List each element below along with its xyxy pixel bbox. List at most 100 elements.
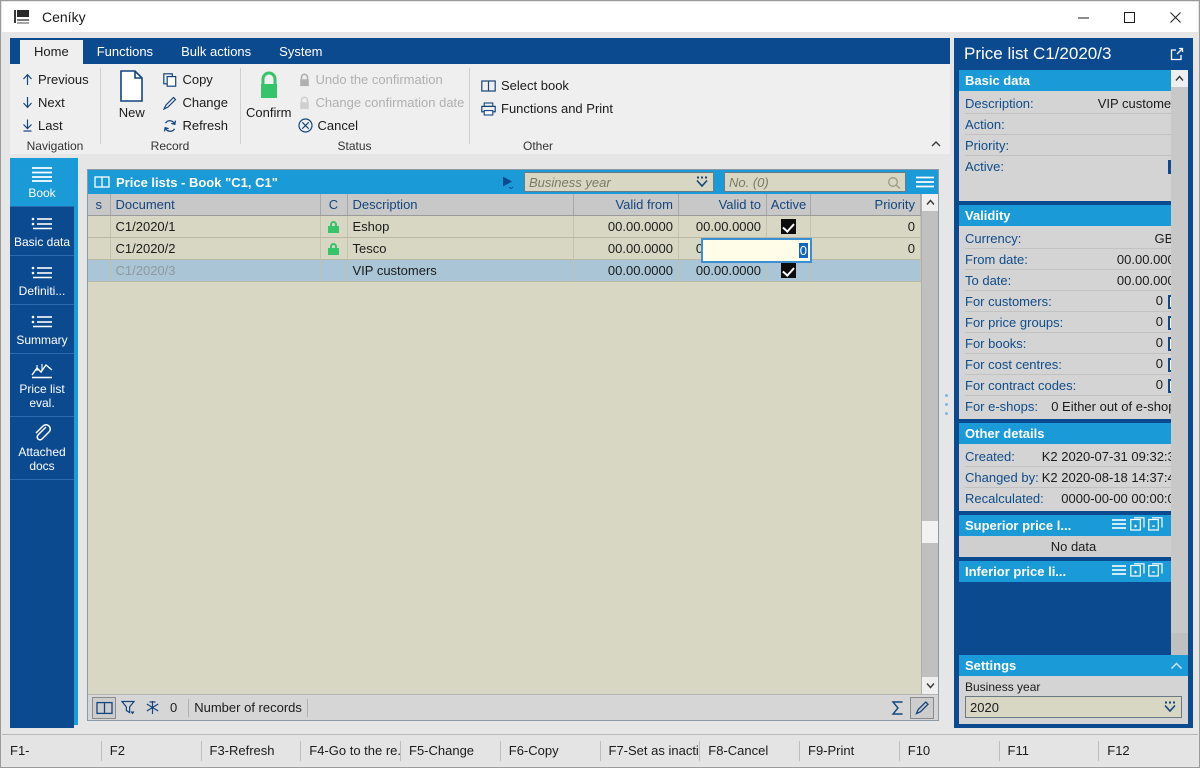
chevron-up-icon[interactable] bbox=[1166, 661, 1186, 670]
field-description[interactable]: Description: VIP customers bbox=[965, 93, 1182, 114]
minimize-icon[interactable] bbox=[1060, 2, 1106, 32]
field-currency[interactable]: Currency: GBP bbox=[965, 228, 1182, 249]
priority-edit-input[interactable]: 0 bbox=[701, 238, 812, 263]
table-row[interactable]: C1/2020/1 Eshop 00.00.0000 00.00.0000 0 bbox=[88, 215, 921, 238]
grid-vertical-scrollbar[interactable] bbox=[921, 194, 938, 694]
fkey-f1[interactable]: F1- bbox=[2, 740, 102, 761]
fkey-f9[interactable]: F9-Print bbox=[800, 740, 900, 761]
functions-and-print-button[interactable]: Functions and Print bbox=[475, 97, 619, 120]
fkey-f12[interactable]: F12 bbox=[1099, 741, 1198, 761]
panel-splitter[interactable] bbox=[942, 169, 952, 728]
fkey-f11[interactable]: F11 bbox=[1000, 740, 1100, 761]
column-header-valid-from[interactable]: Valid from bbox=[573, 194, 679, 216]
section-validity-header[interactable]: Validity bbox=[959, 205, 1188, 226]
new-button[interactable]: New bbox=[106, 68, 157, 120]
column-header-c[interactable]: C bbox=[320, 194, 348, 216]
hamburger-icon[interactable] bbox=[912, 175, 938, 189]
fkey-f8[interactable]: F8-Cancel bbox=[700, 740, 800, 761]
refresh-button[interactable]: Refresh bbox=[157, 114, 234, 137]
fkey-f4[interactable]: F4-Go to the re... bbox=[301, 740, 401, 761]
field-for-price-groups[interactable]: For price groups: 0 bbox=[965, 312, 1182, 333]
fkey-f7[interactable]: F7-Set as inacti... bbox=[601, 740, 701, 761]
sidebar-item-attached-docs[interactable]: Attached docs bbox=[10, 417, 74, 480]
field-action[interactable]: Action: bbox=[965, 114, 1182, 135]
field-for-books[interactable]: For books: 0 bbox=[965, 333, 1182, 354]
tab-home[interactable]: Home bbox=[20, 40, 83, 64]
section-superior-price-lists-header[interactable]: Superior price l... bbox=[959, 515, 1188, 536]
scroll-down-icon[interactable] bbox=[922, 677, 938, 694]
remove-copy-icon[interactable] bbox=[1148, 563, 1163, 580]
tab-system[interactable]: System bbox=[265, 40, 336, 64]
funnel-icon[interactable] bbox=[116, 697, 140, 719]
scroll-track[interactable] bbox=[1171, 87, 1188, 667]
select-book-button[interactable]: Select book bbox=[475, 74, 619, 97]
scroll-up-icon[interactable] bbox=[1171, 70, 1188, 87]
confirm-button[interactable]: Confirm bbox=[246, 68, 292, 120]
field-for-contract-codes[interactable]: For contract codes: 0 bbox=[965, 375, 1182, 396]
section-settings-header[interactable]: Settings bbox=[959, 655, 1188, 676]
fkey-f5[interactable]: F5-Change bbox=[401, 740, 501, 761]
detail-panel-scrollbar[interactable] bbox=[1171, 70, 1188, 684]
column-header-document[interactable]: Document bbox=[110, 194, 321, 216]
scroll-up-icon[interactable] bbox=[922, 194, 938, 211]
cancel-button[interactable]: Cancel bbox=[292, 114, 471, 137]
field-to-date[interactable]: To date: 00.00.0000 bbox=[965, 270, 1182, 291]
remove-copy-icon[interactable] bbox=[1148, 517, 1163, 534]
fkey-f2[interactable]: F2 bbox=[102, 740, 202, 761]
field-for-e-shops[interactable]: For e-shops: 0 Either out of e-shops bbox=[965, 396, 1182, 417]
tab-bulk-actions[interactable]: Bulk actions bbox=[167, 40, 265, 64]
business-year-filter-input[interactable]: Business year bbox=[524, 172, 714, 192]
scroll-track[interactable] bbox=[922, 211, 938, 677]
change-confirmation-date-button[interactable]: Change confirmation date bbox=[292, 91, 471, 114]
play-triangle-icon[interactable] bbox=[496, 175, 518, 189]
change-button[interactable]: Change bbox=[157, 91, 234, 114]
pencil-icon[interactable] bbox=[910, 696, 934, 719]
section-basic-data-header[interactable]: Basic data bbox=[959, 70, 1188, 91]
field-from-date[interactable]: From date: 00.00.0000 bbox=[965, 249, 1182, 270]
column-header-priority[interactable]: Priority bbox=[810, 194, 921, 216]
last-button[interactable]: Last bbox=[16, 114, 95, 137]
copy-button[interactable]: Copy bbox=[157, 68, 234, 91]
field-active[interactable]: Active: bbox=[965, 156, 1182, 177]
field-priority[interactable]: Priority: 0 bbox=[965, 135, 1182, 156]
sigma-icon[interactable] bbox=[886, 697, 910, 719]
list-icon[interactable] bbox=[1111, 518, 1127, 533]
book-icon[interactable] bbox=[92, 696, 116, 719]
fkey-f10[interactable]: F10 bbox=[900, 740, 1000, 761]
close-icon[interactable] bbox=[1152, 2, 1198, 32]
maximize-icon[interactable] bbox=[1106, 2, 1152, 32]
field-changed-by[interactable]: Changed by: K2 2020-08-18 14:37:44 bbox=[965, 467, 1182, 488]
sidebar-item-summary[interactable]: Summary bbox=[10, 305, 74, 354]
add-copy-icon[interactable] bbox=[1130, 563, 1145, 580]
field-for-cost-centres[interactable]: For cost centres: 0 bbox=[965, 354, 1182, 375]
sidebar-item-definitions[interactable]: Definiti... bbox=[10, 256, 74, 305]
popout-icon[interactable] bbox=[1167, 47, 1187, 61]
add-copy-icon[interactable] bbox=[1130, 517, 1145, 534]
dropdown-icon[interactable] bbox=[1163, 701, 1177, 713]
field-for-customers[interactable]: For customers: 0 bbox=[965, 291, 1182, 312]
field-recalculated[interactable]: Recalculated: 0000-00-00 00:00:00 bbox=[965, 488, 1182, 509]
sidebar-item-book[interactable]: Book bbox=[10, 158, 74, 207]
scroll-thumb[interactable] bbox=[922, 521, 938, 543]
no-filter-input[interactable]: No. (0) bbox=[724, 172, 906, 192]
column-header-active[interactable]: Active bbox=[766, 194, 811, 216]
section-inferior-price-lists-header[interactable]: Inferior price li... bbox=[959, 561, 1188, 582]
business-year-input[interactable]: 2020 bbox=[965, 696, 1182, 718]
fkey-f3[interactable]: F3-Refresh bbox=[202, 740, 302, 761]
ribbon-collapse-icon[interactable] bbox=[928, 137, 944, 151]
list-icon[interactable] bbox=[1111, 564, 1127, 579]
section-other-details-header[interactable]: Other details bbox=[959, 423, 1188, 444]
sidebar-item-basic-data[interactable]: Basic data bbox=[10, 207, 74, 256]
previous-button[interactable]: Previous bbox=[16, 68, 95, 91]
snowflake-icon[interactable] bbox=[140, 697, 164, 719]
tab-functions[interactable]: Functions bbox=[83, 40, 167, 64]
column-header-description[interactable]: Description bbox=[347, 194, 574, 216]
column-header-s[interactable]: s bbox=[88, 194, 111, 216]
sidebar-item-price-list-eval[interactable]: Price list eval. bbox=[10, 354, 74, 417]
scroll-thumb[interactable] bbox=[1171, 87, 1188, 633]
undo-confirmation-button[interactable]: Undo the confirmation bbox=[292, 68, 471, 91]
field-created[interactable]: Created: K2 2020-07-31 09:32:35 bbox=[965, 446, 1182, 467]
next-button[interactable]: Next bbox=[16, 91, 95, 114]
fkey-f6[interactable]: F6-Copy bbox=[501, 740, 601, 761]
column-header-valid-to[interactable]: Valid to bbox=[678, 194, 767, 216]
